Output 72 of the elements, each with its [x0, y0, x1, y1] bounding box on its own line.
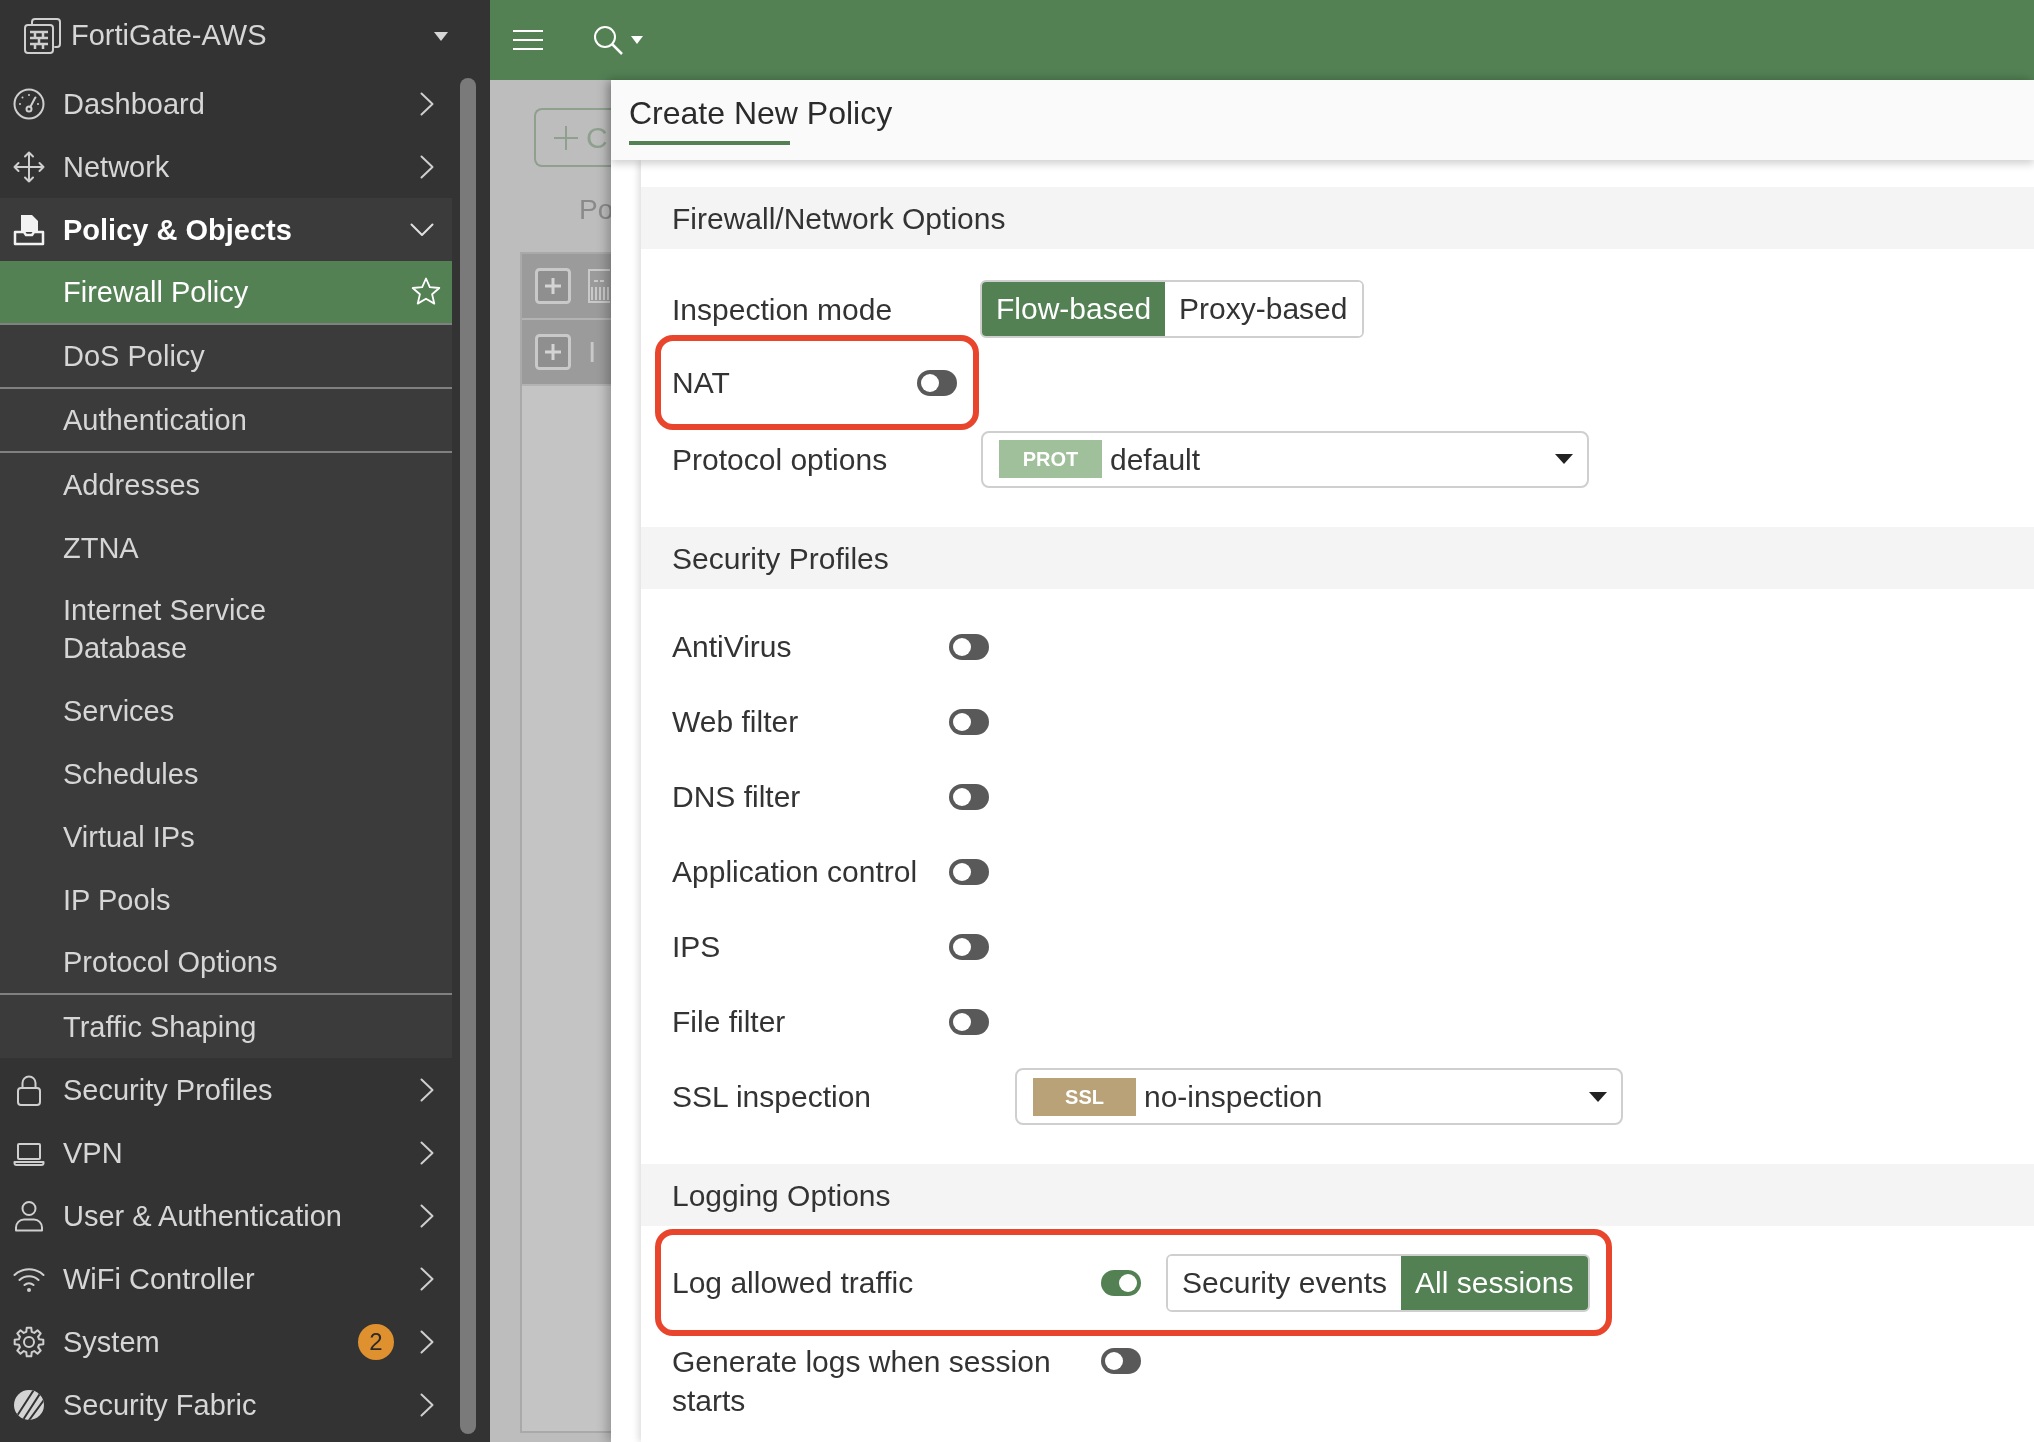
caret-down-icon	[434, 31, 448, 41]
sidebar-subitem[interactable]: IP Pools	[0, 868, 452, 931]
profile-tag: PROT	[999, 440, 1102, 478]
toggle-switch[interactable]	[949, 1008, 989, 1035]
sidebar-subitem[interactable]: Protocol Options	[0, 931, 452, 995]
section-title: Logging Options	[672, 1177, 891, 1214]
field-label: AntiVirus	[672, 630, 792, 663]
profile-dropdown[interactable]: SSL no-inspection	[1015, 1068, 1623, 1125]
chevron-right-icon	[420, 154, 434, 179]
toggle-switch[interactable]	[949, 933, 989, 960]
document-tray-icon	[13, 213, 45, 246]
caret-down-icon	[1589, 1091, 1607, 1102]
sidebar-subitem[interactable]: DoS Policy	[0, 325, 452, 389]
settings-icon	[13, 1325, 45, 1358]
field-label: Protocol options	[672, 442, 888, 476]
chevron-right-icon	[420, 1329, 434, 1354]
chevron-down-icon	[410, 222, 434, 237]
sidebar-subitem[interactable]: Services	[0, 679, 452, 742]
gauge-icon	[13, 87, 45, 120]
plus-icon	[554, 125, 578, 150]
menu-icon[interactable]	[513, 30, 543, 50]
star-icon[interactable]	[411, 277, 441, 307]
field-label: Generate logs when session starts	[672, 1345, 1051, 1417]
sidebar-item[interactable]: Policy & Objects	[0, 198, 452, 261]
sidebar-subitem[interactable]: ZTNA	[0, 516, 452, 579]
field-label: File filter	[672, 1005, 786, 1038]
field-label: Log allowed traffic	[672, 1266, 914, 1299]
sidebar-subitem[interactable]: Schedules	[0, 742, 452, 805]
count-badge: 2	[358, 1323, 394, 1360]
toggle-switch[interactable]	[917, 369, 957, 396]
sidebar-subitem[interactable]: Internet Service Database	[0, 579, 452, 679]
chevron-right-icon	[420, 1266, 434, 1291]
section-title: Security Profiles	[672, 540, 889, 577]
toggle-switch[interactable]	[949, 708, 989, 735]
device-selector[interactable]: FortiGate-AWS	[0, 0, 452, 72]
sidebar-subitem[interactable]: Traffic Shaping	[0, 995, 452, 1058]
chevron-right-icon	[420, 1140, 434, 1165]
sidebar-subitem[interactable]: Addresses	[0, 453, 452, 516]
segment-option[interactable]: Flow-based	[982, 282, 1166, 336]
field-label: Inspection mode	[672, 292, 893, 326]
chevron-right-icon	[420, 1077, 434, 1102]
segment-option[interactable]: All sessions	[1401, 1255, 1588, 1310]
field-label: Web filter	[672, 705, 799, 738]
field-label: NAT	[672, 366, 730, 399]
profile-tag: SSL	[1033, 1077, 1136, 1116]
caret-down-icon	[1555, 454, 1573, 464]
striped-circle-icon	[13, 1388, 45, 1421]
scrollbar[interactable]	[460, 78, 476, 1434]
search-icon[interactable]	[593, 25, 623, 55]
toggle-switch[interactable]	[1101, 1348, 1141, 1374]
move-arrows-icon	[13, 150, 45, 183]
caret-down-icon[interactable]	[631, 36, 643, 44]
user-icon	[13, 1199, 45, 1232]
sidebar-subitem[interactable]: Firewall Policy	[0, 261, 452, 325]
field-label: Application control	[672, 855, 918, 888]
sidebar-subitem[interactable]: Authentication	[0, 389, 452, 453]
profile-dropdown[interactable]: PROT default	[981, 430, 1589, 488]
dialog-title: Create New Policy	[629, 94, 893, 133]
section-title: Firewall/Network Options	[672, 200, 1006, 237]
device-icon	[22, 16, 62, 56]
chevron-right-icon	[420, 91, 434, 116]
toggle-switch[interactable]	[949, 633, 989, 660]
toggle-switch[interactable]	[949, 858, 989, 885]
chevron-right-icon	[420, 1392, 434, 1417]
grid-icon	[588, 269, 610, 303]
toggle-switch[interactable]	[949, 783, 989, 810]
field-label: DNS filter	[672, 780, 801, 813]
toggle-switch[interactable]	[1101, 1269, 1141, 1296]
chevron-right-icon	[420, 1203, 434, 1228]
sidebar-subitem[interactable]: Virtual IPs	[0, 805, 452, 868]
field-label: SSL inspection	[672, 1080, 871, 1113]
field-label: IPS	[672, 930, 721, 963]
